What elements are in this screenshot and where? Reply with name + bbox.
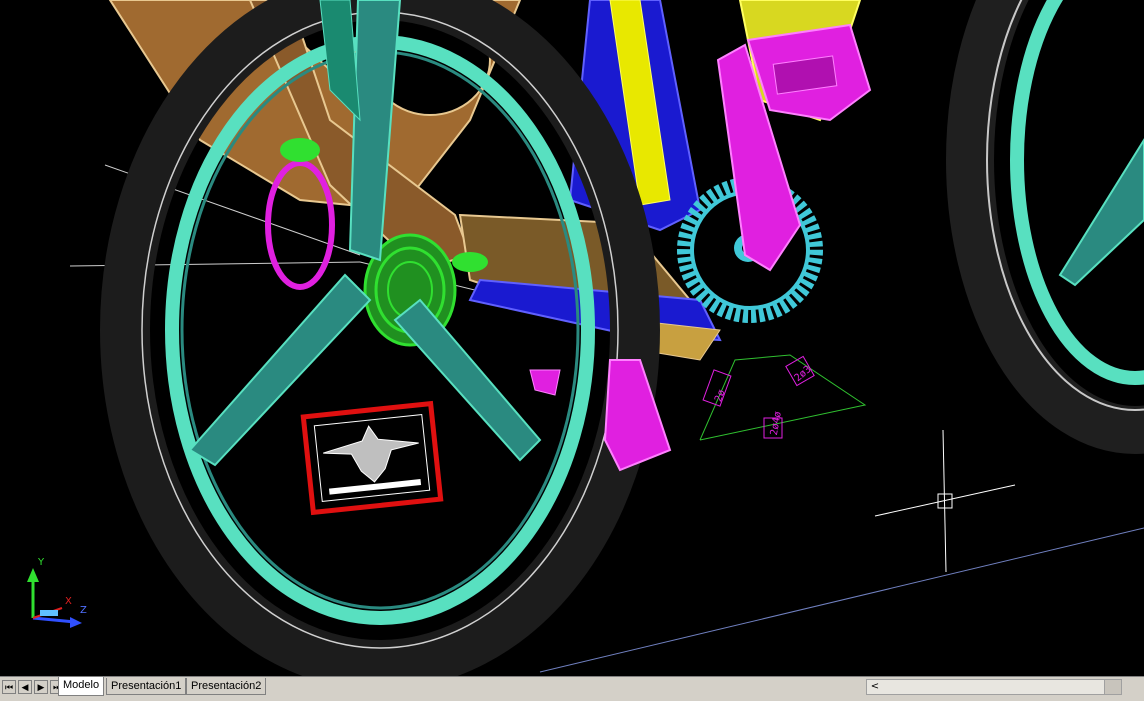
crank-arm-lower — [603, 359, 672, 472]
cad-drawing[interactable]: 2ø 2ø3 2ø4ø Y X Z — [0, 0, 1144, 676]
brand-badge — [300, 400, 444, 516]
layout-tab-bar: ⏮ ◀ ▶ ⏭ Modelo Presentación1 Presentació… — [0, 676, 1144, 701]
scroll-left-button[interactable]: < — [867, 680, 883, 694]
dimension-right: 2ø3 — [793, 364, 814, 384]
ucs-icon — [27, 568, 82, 628]
ucs-z-label: Z — [80, 605, 87, 616]
nav-first-button[interactable]: ⏮ — [2, 680, 16, 694]
crosshair-cursor-icon — [874, 429, 1016, 573]
front-wheel — [946, 0, 1144, 454]
scroll-thumb[interactable] — [1104, 680, 1121, 694]
ucs-y-label: Y — [37, 557, 45, 568]
model-viewport[interactable]: 2ø 2ø3 2ø4ø Y X Z — [0, 0, 1144, 676]
ground-line — [539, 527, 1144, 673]
tab-modelo[interactable]: Modelo — [58, 677, 105, 696]
tab-presentacion2[interactable]: Presentación2 — [186, 678, 267, 695]
crank-part — [529, 369, 561, 396]
crank-and-pedal — [716, 23, 872, 272]
horizontal-scrollbar[interactable]: < — [866, 679, 1122, 695]
nav-next-button[interactable]: ▶ — [34, 680, 48, 694]
ucs-x-label: X — [65, 596, 72, 607]
nav-prev-button[interactable]: ◀ — [18, 680, 32, 694]
tab-presentacion1[interactable]: Presentación1 — [106, 678, 187, 695]
